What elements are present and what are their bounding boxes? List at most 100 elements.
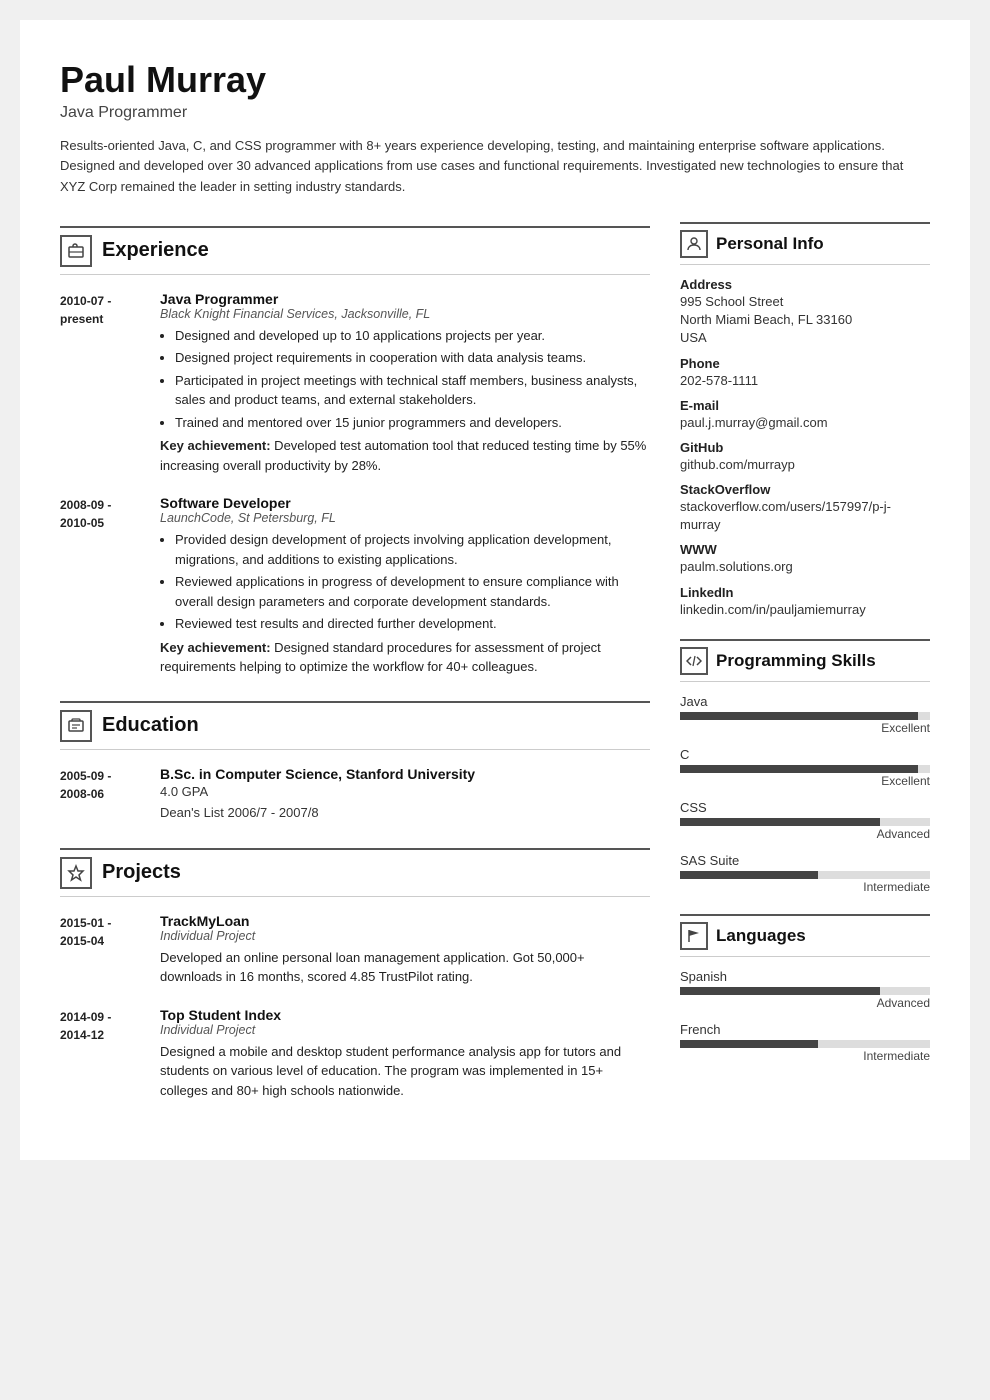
project-entry: 2014-09 - 2014-12Top Student IndexIndivi… xyxy=(60,1007,650,1101)
project-subtitle: Individual Project xyxy=(160,1023,650,1037)
job-title: Java Programmer xyxy=(160,291,650,307)
skill-bar-bg xyxy=(680,765,930,773)
entry-content: Top Student IndexIndividual Project Desig… xyxy=(160,1007,650,1101)
person-icon xyxy=(686,236,702,252)
experience-icon-box xyxy=(60,235,92,267)
skill-level-label: Excellent xyxy=(680,721,930,735)
projects-title: Projects xyxy=(102,861,181,884)
star-icon xyxy=(67,864,85,882)
programming-skills-section: Programming Skills Java Excellent CExcelle… xyxy=(680,639,930,894)
entry-bullet: Participated in project meetings with te… xyxy=(175,371,650,410)
education-title: Education xyxy=(102,714,199,737)
experience-entries: 2010-07 - presentJava ProgrammerBlack Kn… xyxy=(60,291,650,677)
info-field-value: 995 School Street North Miami Beach, FL … xyxy=(680,293,930,348)
resume-wrapper: Paul Murray Java Programmer Results-orie… xyxy=(20,20,970,1160)
flag-icon xyxy=(686,928,702,944)
info-field-value: paul.j.murray@gmail.com xyxy=(680,414,930,432)
job-company: Black Knight Financial Services, Jackson… xyxy=(160,307,650,321)
entry-bullet: Designed and developed up to 10 applicat… xyxy=(175,326,650,346)
info-field-label: E-mail xyxy=(680,398,930,413)
language-level-label: Advanced xyxy=(680,996,930,1010)
info-field-label: Phone xyxy=(680,356,930,371)
language-item: SpanishAdvanced xyxy=(680,969,930,1010)
projects-heading: Projects xyxy=(60,848,650,897)
entry-bullet: Provided design development of projects … xyxy=(175,530,650,569)
project-description: Designed a mobile and desktop student pe… xyxy=(160,1042,650,1101)
skill-bars: Java Excellent CExcellent CSS Advanced SAS Su… xyxy=(680,694,930,894)
languages-heading: Languages xyxy=(680,914,930,957)
experience-entry: 2008-09 - 2010-05Software DeveloperLaunc… xyxy=(60,495,650,677)
experience-entry: 2010-07 - presentJava ProgrammerBlack Kn… xyxy=(60,291,650,476)
experience-title: Experience xyxy=(102,239,209,262)
language-bar-bg xyxy=(680,1040,930,1048)
candidate-summary: Results-oriented Java, C, and CSS progra… xyxy=(60,136,930,198)
left-column: Experience 2010-07 - presentJava Program… xyxy=(60,222,650,1120)
projects-entries: 2015-01 - 2015-04TrackMyLoanIndividual P… xyxy=(60,913,650,1101)
entry-bullet: Designed project requirements in coopera… xyxy=(175,348,650,368)
project-description: Developed an online personal loan manage… xyxy=(160,948,650,987)
language-item: FrenchIntermediate xyxy=(680,1022,930,1063)
code-icon xyxy=(686,653,702,669)
skill-bar-fill xyxy=(680,818,880,826)
personal-info-heading: Personal Info xyxy=(680,222,930,265)
info-field-value: 202-578-1111 xyxy=(680,372,930,390)
two-col-layout: Experience 2010-07 - presentJava Program… xyxy=(60,222,930,1120)
info-field-label: GitHub xyxy=(680,440,930,455)
education-entries: 2005-09 - 2008-06B.Sc. in Computer Scien… xyxy=(60,766,650,824)
edu-title: B.Sc. in Computer Science, Stanford Univ… xyxy=(160,766,650,782)
job-company: LaunchCode, St Petersburg, FL xyxy=(160,511,650,525)
candidate-name: Paul Murray xyxy=(60,60,930,100)
entry-content: Software DeveloperLaunchCode, St Petersb… xyxy=(160,495,650,677)
skill-bar-bg xyxy=(680,871,930,879)
language-bars: SpanishAdvanced FrenchIntermediate xyxy=(680,969,930,1063)
graduation-icon xyxy=(67,717,85,735)
skill-bar-bg xyxy=(680,818,930,826)
education-entry: 2005-09 - 2008-06B.Sc. in Computer Scien… xyxy=(60,766,650,824)
project-subtitle: Individual Project xyxy=(160,929,650,943)
skill-level-label: Advanced xyxy=(680,827,930,841)
skill-level-label: Intermediate xyxy=(680,880,930,894)
info-field-value: linkedin.com/in/pauljamiemurray xyxy=(680,601,930,619)
entry-date: 2005-09 - 2008-06 xyxy=(60,766,160,824)
briefcase-icon xyxy=(67,242,85,260)
info-field-label: LinkedIn xyxy=(680,585,930,600)
edu-detail: 4.0 GPA xyxy=(160,782,650,803)
skill-bar-fill xyxy=(680,871,818,879)
skill-name: Java xyxy=(680,694,930,709)
entry-bullet: Reviewed applications in progress of dev… xyxy=(175,572,650,611)
programming-skills-icon-box xyxy=(680,647,708,675)
info-field-label: StackOverflow xyxy=(680,482,930,497)
experience-section: Experience 2010-07 - presentJava Program… xyxy=(60,226,650,677)
languages-icon-box xyxy=(680,922,708,950)
skill-bar-bg xyxy=(680,712,930,720)
language-bar-fill xyxy=(680,1040,818,1048)
candidate-title: Java Programmer xyxy=(60,104,930,122)
header: Paul Murray Java Programmer Results-orie… xyxy=(60,60,930,198)
programming-skills-heading: Programming Skills xyxy=(680,639,930,682)
skill-bar-fill xyxy=(680,712,918,720)
entry-bullets: Provided design development of projects … xyxy=(175,530,650,634)
skill-item: CExcellent xyxy=(680,747,930,788)
projects-icon-box xyxy=(60,857,92,889)
languages-section: Languages SpanishAdvanced FrenchIntermedi… xyxy=(680,914,930,1063)
skill-item: Java Excellent xyxy=(680,694,930,735)
entry-bullet: Trained and mentored over 15 junior prog… xyxy=(175,413,650,433)
language-bar-fill xyxy=(680,987,880,995)
personal-info-icon-box xyxy=(680,230,708,258)
entry-bullet: Reviewed test results and directed furth… xyxy=(175,614,650,634)
skill-name: CSS xyxy=(680,800,930,815)
skill-name: SAS Suite xyxy=(680,853,930,868)
info-field-label: Address xyxy=(680,277,930,292)
info-field-value: stackoverflow.com/users/157997/p-j-murra… xyxy=(680,498,930,534)
experience-heading: Experience xyxy=(60,226,650,275)
entry-content: Java ProgrammerBlack Knight Financial Se… xyxy=(160,291,650,476)
project-title: Top Student Index xyxy=(160,1007,650,1023)
entry-date: 2010-07 - present xyxy=(60,291,160,476)
programming-skills-title: Programming Skills xyxy=(716,651,876,671)
key-achievement: Key achievement: Developed test automati… xyxy=(160,436,650,475)
personal-info-title: Personal Info xyxy=(716,234,824,254)
project-entry: 2015-01 - 2015-04TrackMyLoanIndividual P… xyxy=(60,913,650,987)
edu-detail: Dean's List 2006/7 - 2007/8 xyxy=(160,803,650,824)
info-field-label: WWW xyxy=(680,542,930,557)
entry-date: 2014-09 - 2014-12 xyxy=(60,1007,160,1101)
